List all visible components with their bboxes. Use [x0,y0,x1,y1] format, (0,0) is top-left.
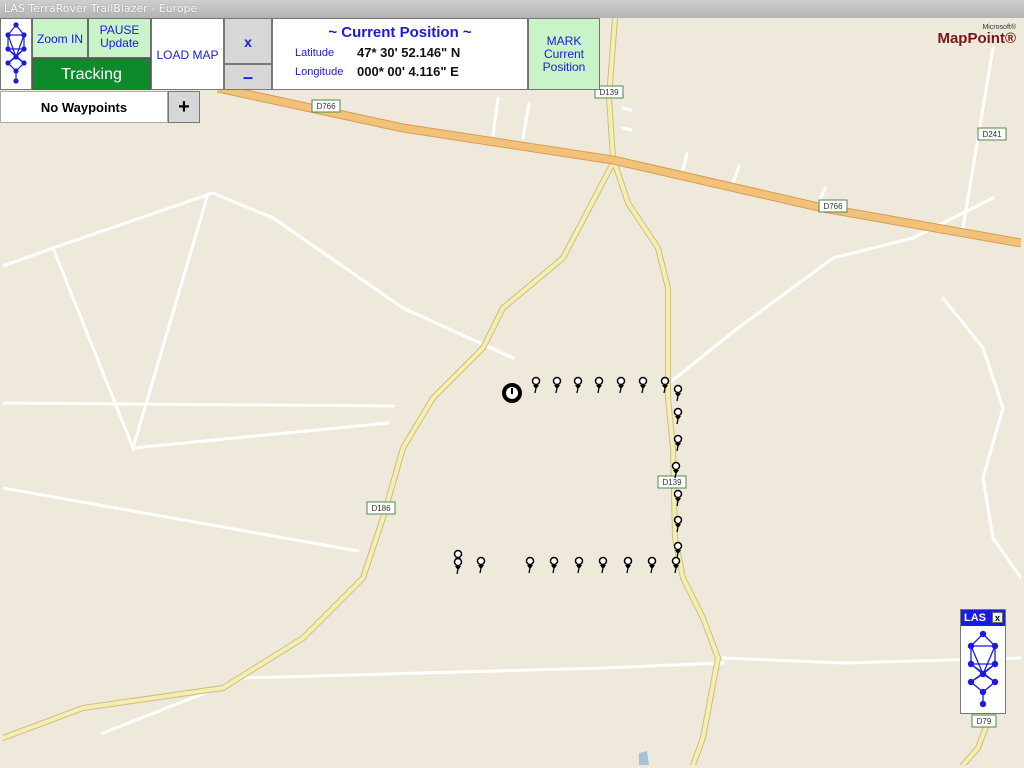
tree-of-life-icon [967,630,999,708]
tracking-button[interactable]: Tracking [32,58,151,90]
map-canvas[interactable]: D766 D139 D241 D766 D139 D186 D79 [3,18,1021,765]
update-label: Update [100,36,139,50]
mark-label-3: Position [542,60,586,74]
map-view[interactable]: D766 D139 D241 D766 D139 D186 D79 [3,18,1021,765]
current-position-panel: ~ Current Position ~ Latitude 47* 30' 52… [272,18,528,90]
zoom-out-button[interactable]: – [224,64,272,90]
pause-update-button[interactable]: PAUSE Update [88,18,151,58]
road-label-d241: D241 [982,130,1002,139]
tree-of-life-icon [5,22,27,84]
longitude-label: Longitude [295,66,344,78]
road-label-d766-east: D766 [823,202,843,211]
road-label-d79: D79 [977,717,992,726]
road-label-d766-west: D766 [316,102,336,111]
close-icon[interactable]: x [992,612,1003,623]
load-map-button[interactable]: LOAD MAP [151,18,224,90]
mappoint-text: MapPoint® [937,30,1016,47]
road-label-d139-south: D139 [662,478,682,487]
las-mini-window[interactable]: LAS x [960,609,1006,714]
add-waypoint-button[interactable]: + [168,91,200,123]
zoom-in-button[interactable]: Zoom IN [32,18,88,58]
longitude-value: 000* 00' 4.116" E [357,64,459,79]
las-mini-label: LAS [964,612,986,624]
latitude-value: 47* 30' 52.146" N [357,45,461,60]
zoom-x-button[interactable]: x [224,18,272,64]
road-label-d139-north: D139 [599,88,619,97]
latitude-label: Latitude [295,47,335,59]
mappoint-logo: Microsoft® MapPoint® [937,24,1016,47]
current-position-marker[interactable] [502,383,522,403]
position-title: ~ Current Position ~ [328,24,472,41]
las-mini-header: LAS x [961,610,1005,626]
las-logo [0,18,32,90]
window-title: LAS TerraRover TrailBlazer - Europe [0,0,1024,18]
road-label-d186: D186 [371,504,391,513]
mark-current-position-button[interactable]: MARK Current Position [528,18,600,90]
waypoints-selector[interactable]: No Waypoints [0,91,168,123]
